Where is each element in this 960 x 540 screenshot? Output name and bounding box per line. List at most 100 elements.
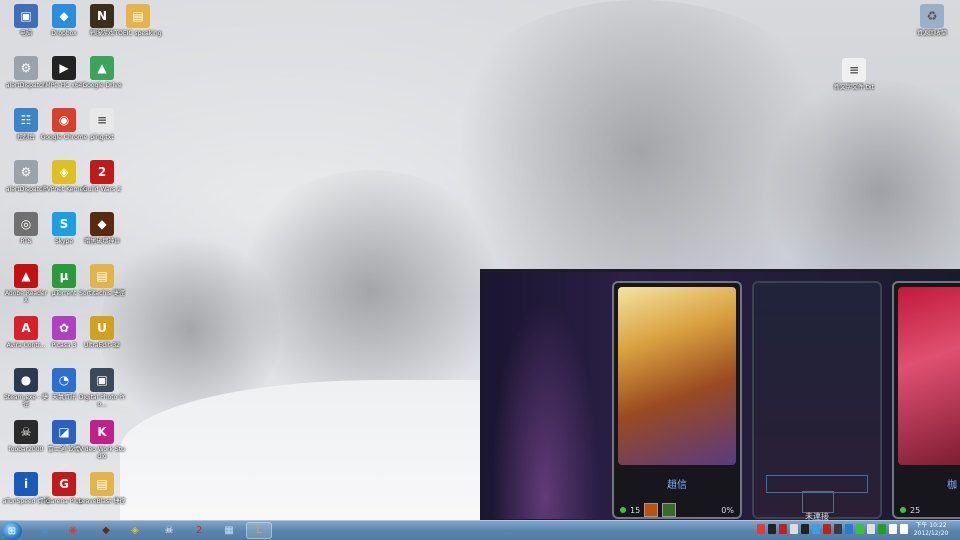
diablo-icon: ◆ (102, 525, 110, 536)
desktop-icon[interactable]: ▤ TOEIC speaking (114, 2, 162, 37)
taskbar-button[interactable]: ▦ (216, 522, 242, 539)
game-window-top-strip (480, 269, 960, 272)
chrome-icon: ◉ (52, 108, 76, 132)
windows-logo-icon: ⊞ (7, 525, 17, 537)
info-icon: i (14, 472, 38, 496)
tray-icon[interactable] (768, 524, 776, 534)
shortcut-icon: ⚙ (14, 56, 38, 80)
champion-name: 枷 (947, 480, 957, 491)
system-tray (757, 524, 908, 534)
tray-icon[interactable] (757, 524, 765, 534)
game-left-panel (490, 299, 600, 519)
desktop-icon-label: ping.txt (90, 134, 114, 141)
spell-icon[interactable] (644, 503, 659, 517)
desktop-icon-label: 暗黑破壞神III (84, 238, 120, 245)
taskbar-button[interactable]: 2 (186, 522, 212, 539)
chrome-icon: ◉ (68, 525, 78, 536)
volume-icon[interactable] (900, 524, 908, 534)
start-button[interactable]: ⊞ (2, 522, 22, 540)
desktop-icon-label: TOEIC speaking (114, 30, 162, 37)
skype-icon: S (52, 212, 76, 236)
connection-status: 未連接 (805, 512, 829, 520)
champion-portrait (618, 287, 736, 465)
tray-icon[interactable] (801, 524, 809, 534)
picasa-icon: ✿ (52, 316, 76, 340)
tray-icon[interactable] (823, 524, 831, 534)
desktop-icon-label: Digital Photo Pro... (78, 394, 126, 408)
desktop-icon[interactable]: ♻ 資源回收筒 (908, 2, 956, 37)
software-icon: ◪ (52, 420, 76, 444)
level-indicator-icon (900, 507, 906, 513)
champion-stats: 25 (900, 503, 960, 517)
google-drive-icon: ▲ (90, 56, 114, 80)
tray-icon[interactable] (867, 524, 875, 534)
desktop-icon[interactable]: ▣ Digital Photo Pro... (78, 366, 126, 408)
clock-date: 2012/12/20 (913, 530, 949, 537)
taskbar-button[interactable]: e (32, 522, 58, 539)
desktop-icon[interactable]: ≡ 新文字文件.txt (830, 56, 878, 91)
control-panel-icon: ☷ (14, 108, 38, 132)
desktop-icon[interactable]: ▲ Google Drive (78, 54, 126, 89)
desktop-icon[interactable]: ▤ LeaveBlast 捷徑 (78, 470, 126, 505)
desktop-icon-label: LeaveBlast 捷徑 (78, 498, 126, 505)
champion-card-left[interactable]: 趙信 15 0% (612, 281, 742, 519)
text-file-icon: ≡ (842, 58, 866, 82)
tray-icon[interactable] (779, 524, 787, 534)
avira-icon: A (14, 316, 38, 340)
desktop-icon-label: Google Drive (82, 82, 122, 89)
desktop-icon[interactable]: U UltraEdit-32 (78, 314, 126, 349)
taskbar-button[interactable]: ◉ (60, 522, 86, 539)
media-player-icon: ▶ (52, 56, 76, 80)
spell-icon[interactable] (662, 503, 677, 517)
photo-pro-icon: ▣ (90, 368, 114, 392)
adobe-reader-icon: ▲ (14, 264, 38, 288)
desktop-icon[interactable]: 2 Guild Wars 2 (78, 158, 126, 193)
tray-icon[interactable] (845, 524, 853, 534)
taskbar-button[interactable]: L (246, 522, 272, 539)
level-indicator-icon (620, 507, 626, 513)
shortcut-icon: ⚙ (14, 160, 38, 184)
game-icon: N (90, 4, 114, 28)
champion-percent: 0% (721, 505, 734, 515)
recycle-bin-icon: ♻ (920, 4, 944, 28)
desktop-icon[interactable]: ≡ ping.txt (78, 106, 126, 141)
league-icon: L (256, 525, 262, 536)
pvpnet-icon: ◈ (131, 525, 139, 536)
champion-level: 25 (910, 505, 921, 515)
game-window[interactable]: 趙信 15 0% 未連接 枷 25 (480, 269, 960, 520)
desktop-icon-label: 資源回收筒 (916, 30, 947, 37)
garena-icon: G (52, 472, 76, 496)
clock[interactable]: 下午 10:22 2012/12/20 (908, 522, 954, 538)
empty-slot-box (802, 491, 834, 513)
foobar-icon: ☠ (164, 525, 174, 536)
guild-wars-icon: 2 (195, 525, 203, 536)
folder-icon: ▤ (126, 4, 150, 28)
champion-card-right[interactable]: 枷 25 (892, 281, 960, 519)
taskbar-button[interactable]: ◈ (122, 522, 148, 539)
taskbar: ⊞ e ◉ ◆ ◈ ☠ 2 ▦ L 下午 10:22 2012/12/20 (0, 520, 960, 540)
tray-icon[interactable] (878, 524, 886, 534)
disk-icon: ◎ (14, 212, 38, 236)
champion-card-middle[interactable]: 未連接 (752, 281, 882, 520)
desktop-icon[interactable]: ▤ Sortitachis 捷徑 (78, 262, 126, 297)
desktop-icon-label: Guild Wars 2 (82, 186, 122, 193)
desktop-icon[interactable]: ◆ 暗黑破壞神III (78, 210, 126, 245)
video-studio-icon: K (90, 420, 114, 444)
tray-icon[interactable] (834, 524, 842, 534)
pvpnet-icon: ◈ (52, 160, 76, 184)
desktop-icon-label: Sortitachis 捷徑 (79, 290, 125, 297)
computer-icon: ▣ (14, 4, 38, 28)
tray-icon[interactable] (790, 524, 798, 534)
desktop-icon-label: 新文字文件.txt (833, 84, 875, 91)
tray-icon[interactable] (856, 524, 864, 534)
desktop-icon-label: UltraEdit-32 (84, 342, 120, 349)
taskbar-button[interactable]: ☠ (156, 522, 182, 539)
desktop-icon[interactable]: K Video Work Studio (78, 418, 126, 460)
dropbox-icon: ◆ (52, 4, 76, 28)
tray-icon[interactable] (812, 524, 820, 534)
network-icon[interactable] (889, 524, 897, 534)
diablo-icon: ◆ (90, 212, 114, 236)
foobar-icon: ☠ (14, 420, 38, 444)
folder-shortcut-icon: ▤ (90, 472, 114, 496)
taskbar-button[interactable]: ◆ (93, 522, 119, 539)
